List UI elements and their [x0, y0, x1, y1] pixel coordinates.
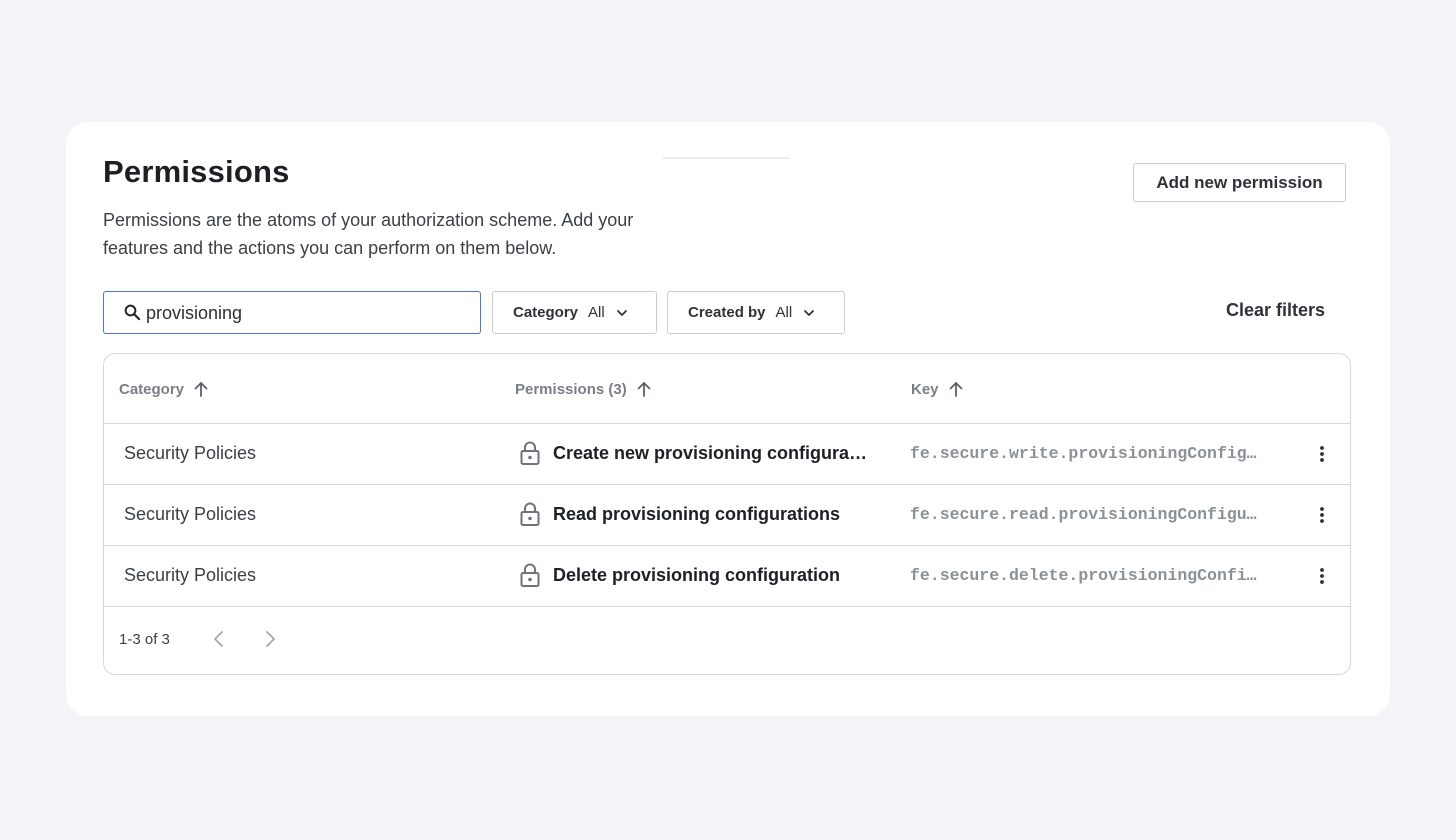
- search-input[interactable]: [146, 300, 466, 326]
- column-header-label: Permissions (3): [515, 380, 627, 398]
- row-permission: Delete provisioning configuration: [519, 562, 871, 588]
- category-filter-dropdown[interactable]: Category All: [492, 291, 657, 334]
- arrow-up-icon: [194, 382, 208, 397]
- search-box[interactable]: [103, 291, 481, 334]
- more-vertical-icon: [1320, 568, 1324, 584]
- chevron-down-icon: [804, 309, 815, 316]
- chevron-right-icon[interactable]: [259, 628, 281, 650]
- pagination: 1-3 of 3: [104, 607, 1350, 674]
- created-by-filter-dropdown[interactable]: Created by All: [667, 291, 845, 334]
- pagination-range: 1-3 of 3: [119, 631, 170, 648]
- column-header-category[interactable]: Category: [119, 380, 210, 398]
- permission-key: fe.secure.read.provisioningConfigu…: [910, 505, 1257, 524]
- row-actions-button[interactable]: [1312, 442, 1332, 466]
- table-header: Category Permissions (3) Key: [104, 354, 1350, 424]
- more-vertical-icon: [1320, 507, 1324, 523]
- row-actions-button[interactable]: [1312, 503, 1332, 527]
- permission-name: Read provisioning configurations: [553, 503, 841, 524]
- permission-key: fe.secure.write.provisioningConfig…: [910, 444, 1257, 463]
- table-row[interactable]: Security Policies Delete provisioning co…: [104, 546, 1350, 607]
- page-title: Permissions: [103, 154, 290, 189]
- permissions-table: Category Permissions (3) Key Security Po…: [103, 353, 1351, 675]
- table-row[interactable]: Security Policies Read provisioning conf…: [104, 485, 1350, 546]
- created-by-filter-label: Created by: [688, 304, 766, 321]
- row-category: Security Policies: [124, 565, 257, 585]
- search-icon: [124, 304, 141, 321]
- table-row[interactable]: Security Policies Create new provisionin…: [104, 424, 1350, 485]
- permission-key: fe.secure.delete.provisioningConfi…: [910, 566, 1257, 585]
- arrow-up-icon: [637, 382, 651, 397]
- permission-name: Create new provisioning configurat…: [553, 442, 871, 463]
- category-filter-label: Category: [513, 304, 579, 321]
- row-category: Security Policies: [124, 443, 257, 463]
- lock-icon: [520, 502, 540, 526]
- chevron-down-icon: [616, 309, 627, 316]
- arrow-up-icon: [949, 382, 962, 397]
- clear-filters-button[interactable]: Clear filters: [1226, 300, 1325, 321]
- add-new-permission-button[interactable]: Add new permission: [1133, 163, 1346, 202]
- permission-name: Delete provisioning configuration: [553, 564, 841, 585]
- lock-icon: [520, 441, 540, 465]
- row-category: Security Policies: [124, 504, 257, 524]
- chevron-left-icon[interactable]: [208, 628, 230, 650]
- drag-handle: [662, 157, 790, 159]
- permissions-card: Permissions Permissions are the atoms of…: [66, 122, 1390, 716]
- column-header-label: Key: [911, 380, 939, 398]
- column-header-permissions[interactable]: Permissions (3): [515, 380, 653, 398]
- column-header-label: Category: [119, 380, 185, 398]
- column-header-key[interactable]: Key: [911, 380, 965, 398]
- row-permission: Read provisioning configurations: [519, 501, 871, 527]
- page-description: Permissions are the atoms of your author…: [103, 210, 634, 258]
- lock-icon: [520, 563, 540, 587]
- category-filter-value: All: [588, 304, 605, 321]
- created-by-filter-value: All: [775, 304, 793, 321]
- row-permission: Create new provisioning configurat…: [519, 440, 871, 466]
- row-actions-button[interactable]: [1312, 564, 1332, 588]
- more-vertical-icon: [1320, 446, 1324, 462]
